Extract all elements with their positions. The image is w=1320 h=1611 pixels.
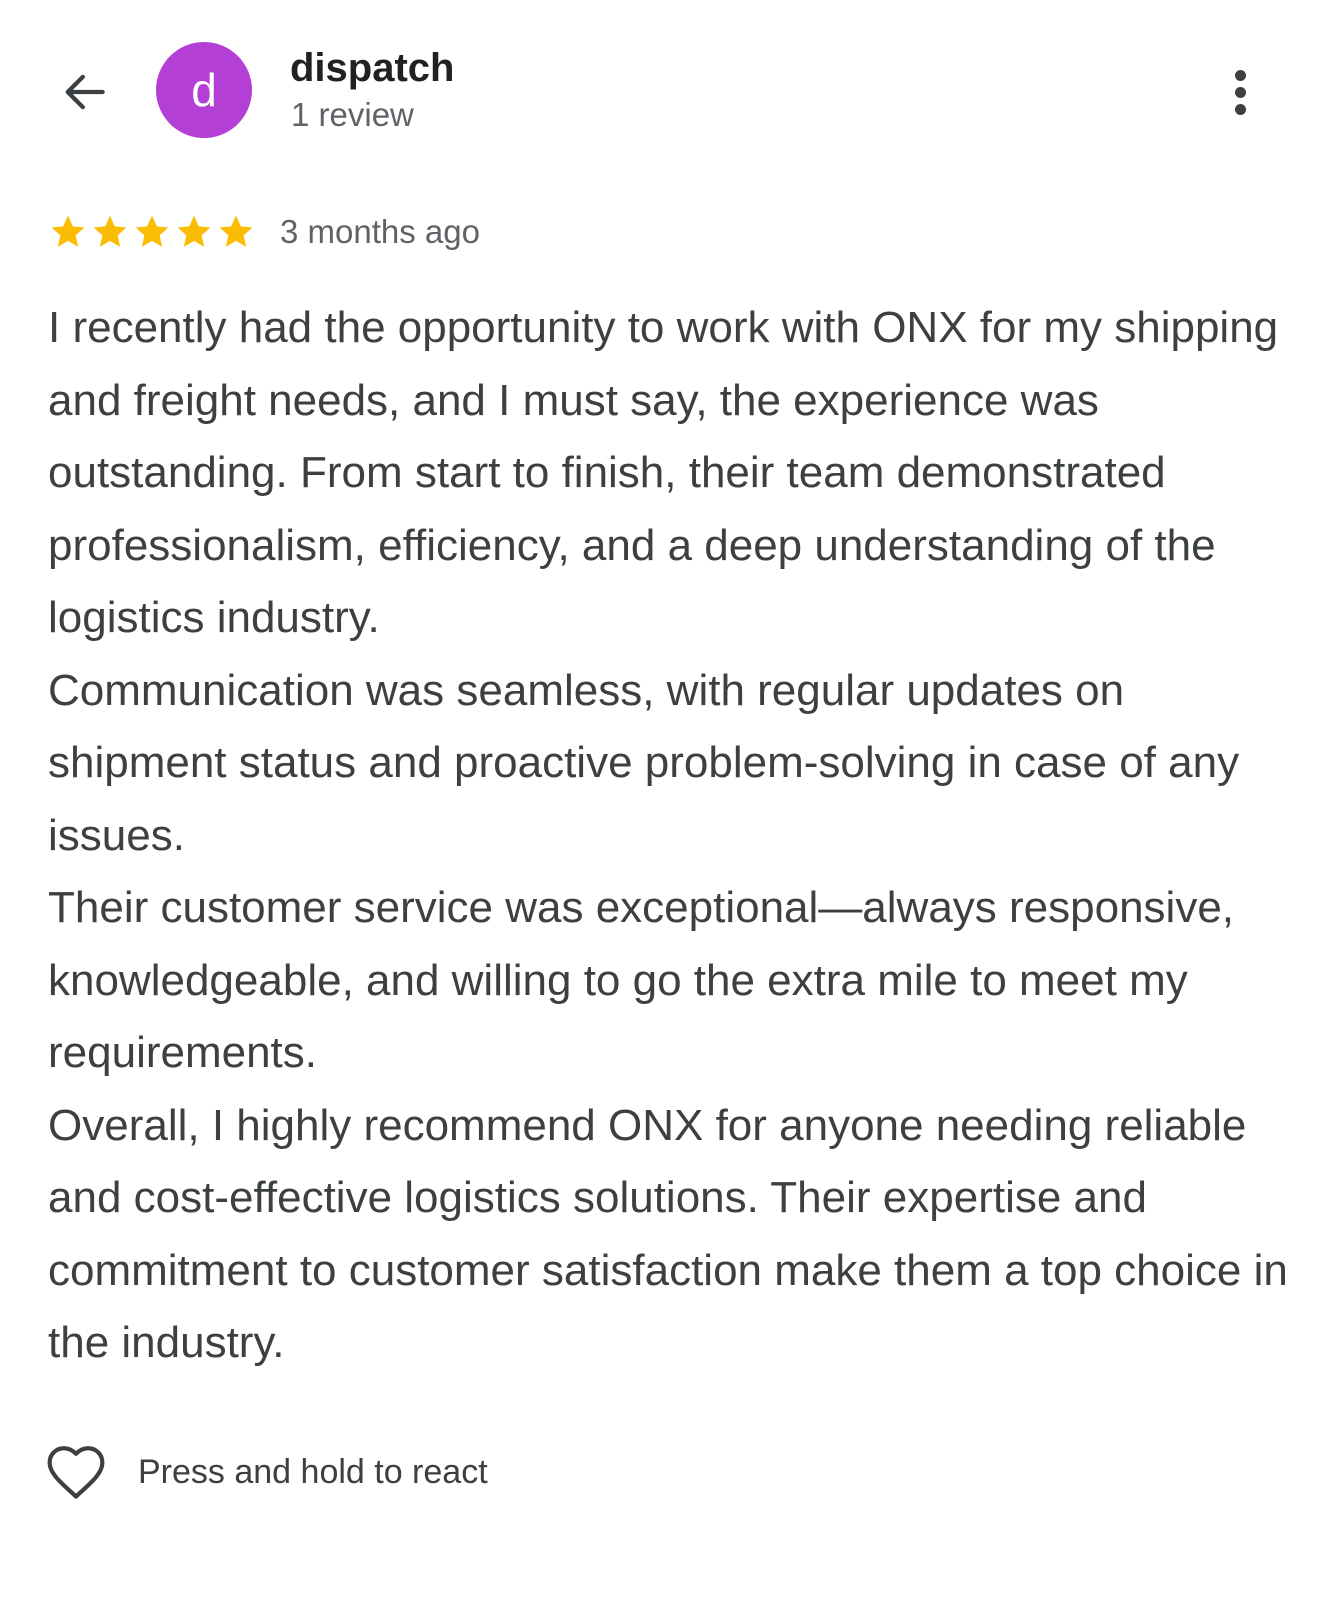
star-icon	[219, 215, 253, 247]
star-icon	[51, 215, 85, 247]
review-header: d dispatch 1 review	[0, 0, 1320, 180]
review-paragraph: Their customer service was exceptional—a…	[48, 883, 1235, 1077]
more-vertical-icon-dot	[1234, 86, 1246, 98]
more-vertical-icon-dot	[1234, 69, 1246, 81]
react-label: Press and hold to react	[138, 1452, 488, 1491]
back-button[interactable]	[52, 60, 116, 124]
arrow-left-icon	[65, 74, 105, 110]
heart-outline-icon	[44, 1442, 108, 1502]
star-rating	[48, 212, 258, 252]
rating-row: 3 months ago	[48, 208, 480, 256]
avatar-letter: d	[191, 64, 217, 116]
review-paragraph: Communication was seamless, with regular…	[48, 665, 1240, 860]
star-icon	[135, 215, 169, 247]
more-vertical-icon-dot	[1234, 103, 1246, 115]
react-button[interactable]: Press and hold to react	[44, 1440, 488, 1504]
star-icon	[177, 215, 211, 247]
author-name[interactable]: dispatch	[290, 44, 454, 92]
review-timestamp: 3 months ago	[280, 213, 480, 250]
avatar[interactable]: d	[156, 42, 252, 138]
review-paragraph: I recently had the opportunity to work w…	[48, 303, 1279, 642]
more-options-button[interactable]	[1216, 60, 1264, 124]
author-review-count: 1 review	[291, 96, 414, 133]
review-paragraph: Overall, I highly recommend ONX for anyo…	[48, 1100, 1288, 1368]
review-text: I recently had the opportunity to work w…	[48, 292, 1288, 1380]
star-icon	[93, 215, 127, 247]
